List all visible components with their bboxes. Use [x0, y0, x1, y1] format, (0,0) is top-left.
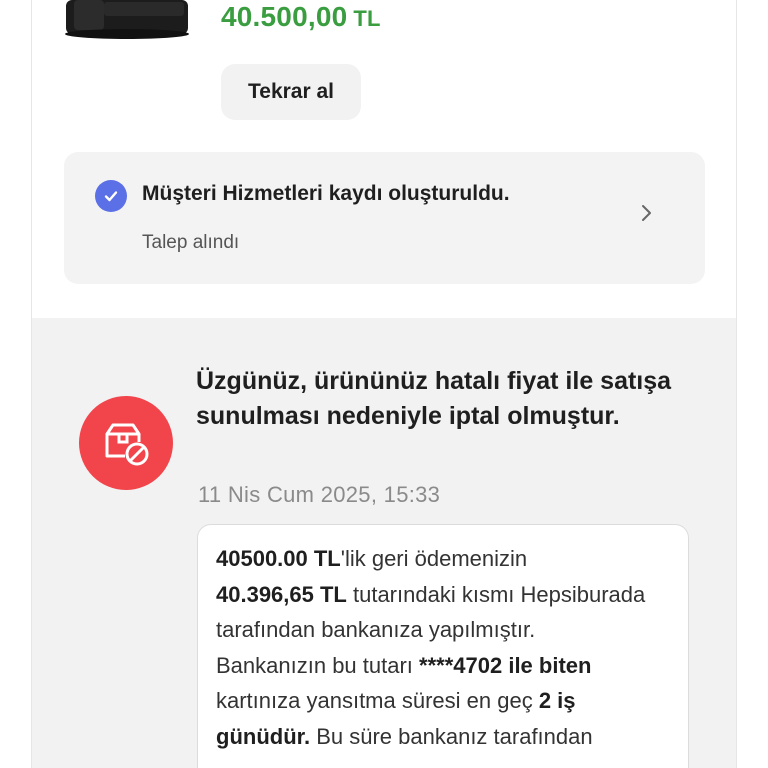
chevron-right-icon — [642, 205, 651, 221]
refund-text-5: Bu süre bankanız tarafından — [310, 723, 593, 749]
refund-text-3: Bankanızın bu tutarı — [216, 652, 420, 678]
product-image[interactable] — [64, 0, 190, 40]
cancellation-headline: Üzgünüz, ürününüz hatalı fiyat ile satış… — [196, 367, 672, 430]
support-record-status: Talep alındı — [142, 232, 240, 253]
refund-message: 40500.00 TL'lik geri ödemenizin 40.396,65… — [197, 524, 689, 768]
support-record-title: Müşteri Hizmetleri kaydı oluşturuldu. — [142, 182, 510, 205]
check-icon — [95, 180, 127, 212]
rebuy-button[interactable]: Tekrar al — [221, 64, 361, 120]
refund-message-text: 40500.00 TL'lik geri ödemenizin 40.396,65… — [216, 541, 670, 754]
product-price: 40.500,00 TL — [221, 0, 381, 34]
refund-partial: 40.396,65 TL — [216, 581, 347, 607]
support-record-card[interactable]: Müşteri Hizmetleri kaydı oluşturuldu. Ta… — [64, 152, 705, 284]
refund-total: 40500.00 TL — [216, 546, 341, 571]
refund-text-1: 'lik geri ödemenizin — [340, 546, 528, 571]
refund-text-4: kartınıza yansıtma süresi en geç — [216, 688, 539, 713]
price-amount: 40.500,00 — [221, 1, 348, 32]
cancelled-order-icon — [79, 396, 173, 490]
cancellation-date: 11 Nis Cum 2025, 15:33 — [198, 482, 441, 507]
price-currency: TL — [353, 6, 381, 31]
card-ending: ****4702 ile biten — [419, 652, 592, 678]
